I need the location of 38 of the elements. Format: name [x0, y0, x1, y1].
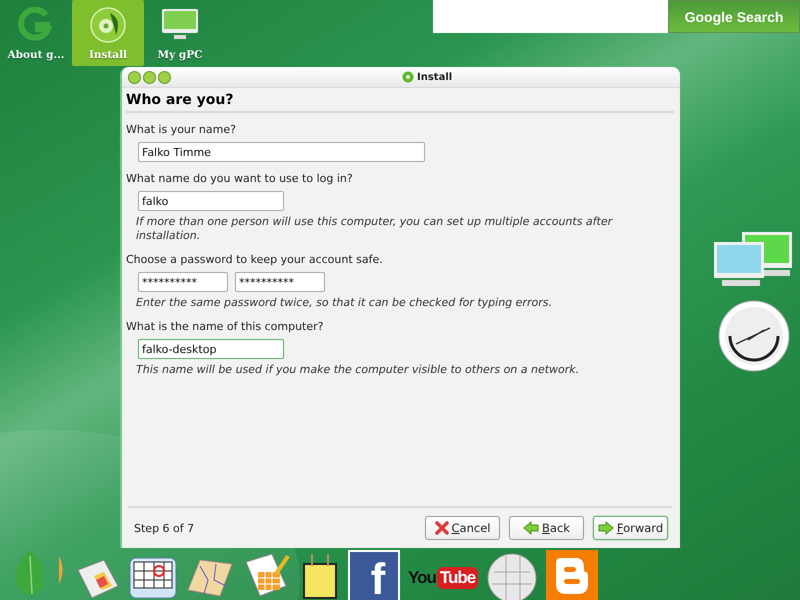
desktop-icon-label: About g...: [8, 49, 64, 61]
right-arrow-icon: [598, 521, 614, 535]
step-indicator: Step 6 of 7: [134, 522, 196, 534]
cancel-button[interactable]: Cancel: [425, 516, 500, 540]
window-control-icon[interactable]: [158, 70, 171, 84]
window-control-icon[interactable]: [128, 70, 141, 84]
desktop-icon-label: My gPC: [158, 49, 202, 61]
facebook-logo[interactable]: f: [348, 550, 400, 600]
shopping-bag-icon[interactable]: [300, 552, 340, 600]
disc-icon: [402, 71, 414, 83]
back-button[interactable]: Back: [509, 516, 584, 540]
page-heading: Who are you?: [126, 90, 674, 113]
text-field[interactable]: Falko Timme: [138, 142, 425, 162]
hint-text: If more than one person will use this computer, you can set up multiple accounts after installation.: [136, 215, 614, 243]
disc-icon: [88, 5, 128, 45]
youtube-logo[interactable]: You Tube: [408, 556, 478, 600]
text-field[interactable]: falko-desktop: [138, 339, 284, 359]
desktop-icon[interactable]: My gPC: [144, 0, 216, 66]
search-field[interactable]: [433, 0, 668, 33]
clock-icon: [718, 300, 790, 372]
text-field[interactable]: **********: [138, 272, 228, 292]
blogger-icon[interactable]: [546, 550, 598, 600]
text-field[interactable]: falko: [138, 191, 284, 211]
left-arrow-icon: [523, 521, 540, 535]
field-label: What name do you want to use to log in?: [126, 172, 354, 185]
hint-text: Enter the same password twice, so that it can be checked for typing errors.: [136, 296, 553, 310]
field-label: What is the name of this computer?: [126, 320, 324, 333]
window-control-icon[interactable]: [143, 70, 156, 84]
text-field[interactable]: **********: [235, 272, 325, 292]
desktop-icon-label: Install: [88, 49, 128, 61]
field-label: What is your name?: [126, 123, 237, 136]
calendar-icon[interactable]: [128, 556, 178, 600]
x-icon: [434, 521, 449, 535]
desktop-icon[interactable]: About g...: [0, 0, 72, 66]
window-title: Install: [417, 72, 452, 82]
field-label: Choose a password to keep your account safe.: [126, 253, 384, 266]
forward-button[interactable]: Forward: [593, 516, 668, 540]
hint-text: This name will be used if you make the computer visible to others on a network.: [136, 363, 580, 377]
